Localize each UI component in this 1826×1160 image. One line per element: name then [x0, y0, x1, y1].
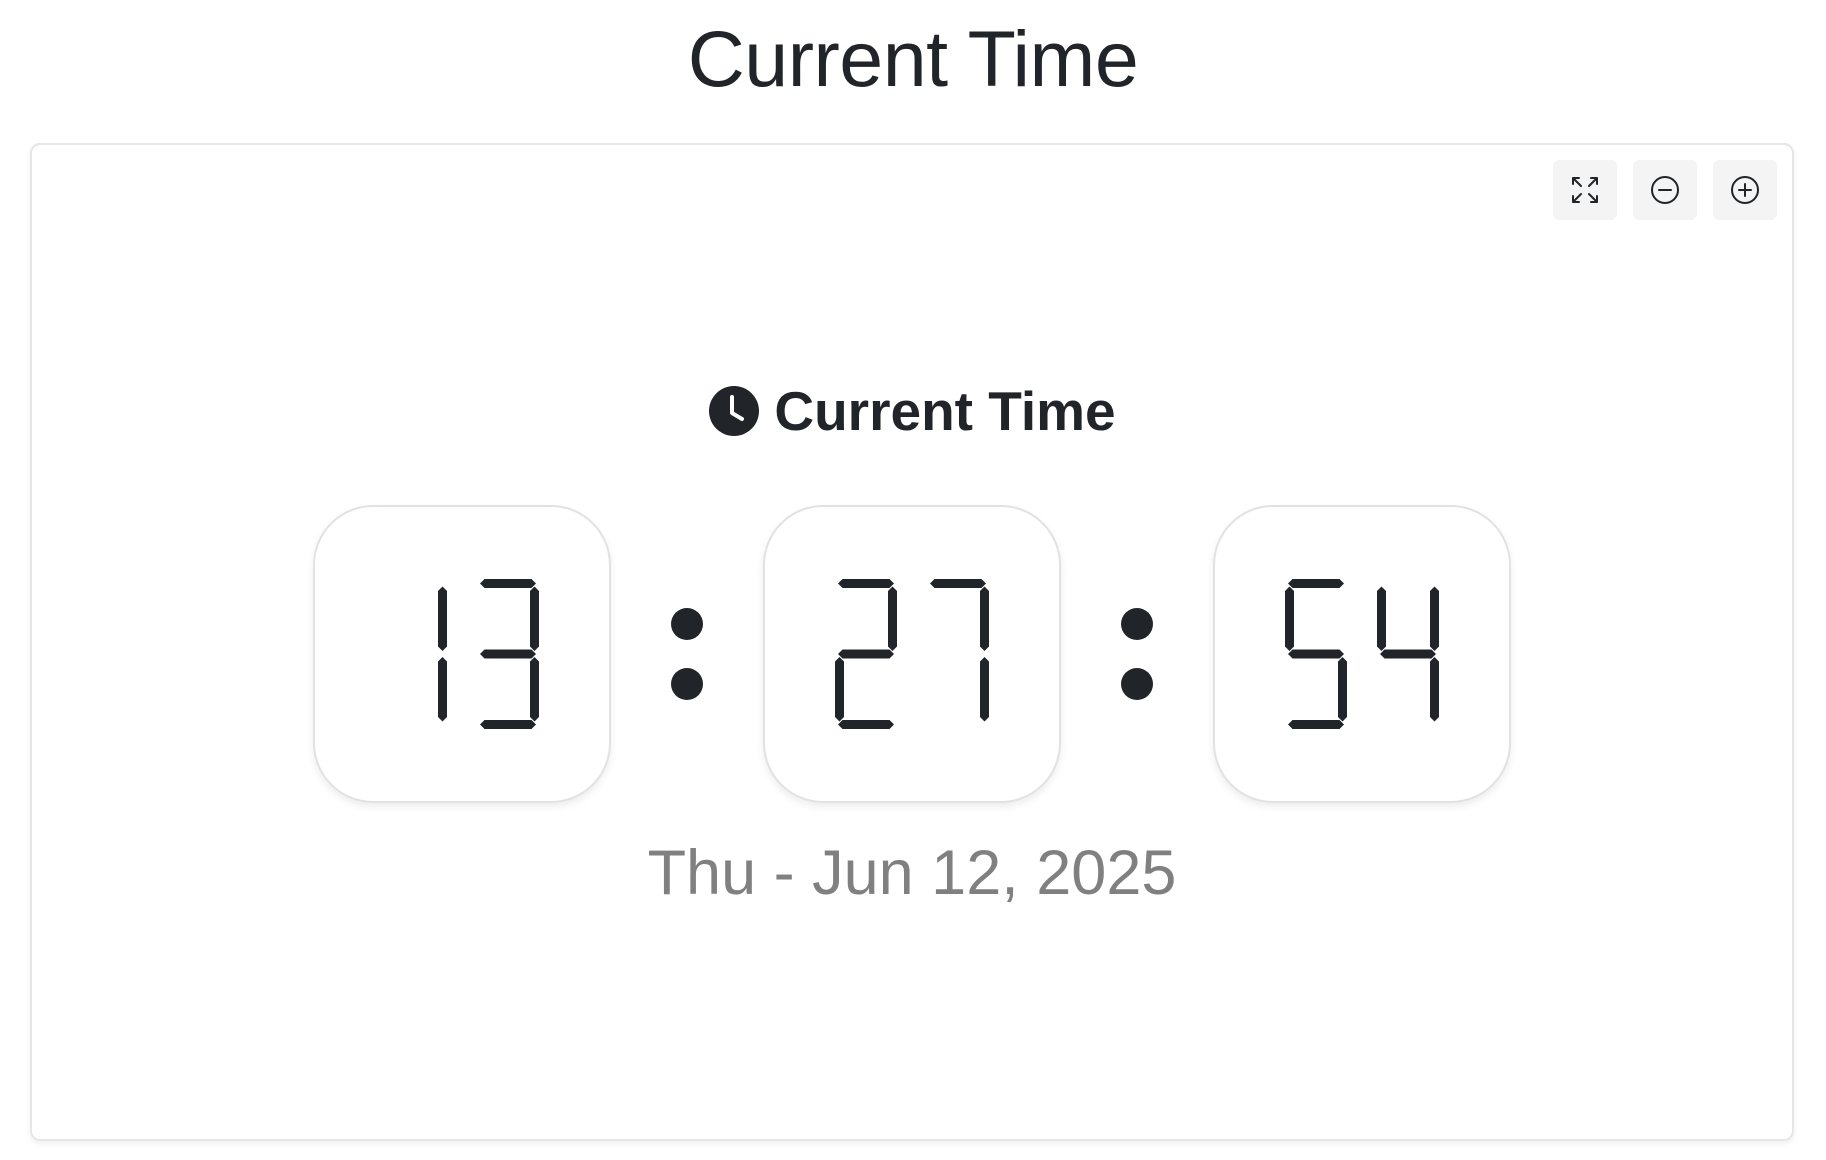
clock-heading-label: Current Time: [774, 380, 1116, 442]
segment-c: [530, 657, 539, 722]
segment-b: [438, 586, 447, 651]
segment-f: [1285, 586, 1294, 651]
digit-7: [930, 579, 989, 722]
fullscreen-button[interactable]: [1553, 160, 1617, 220]
clock-icon: [708, 385, 760, 437]
segment-e: [835, 657, 844, 722]
toolbar: [1553, 160, 1777, 220]
minutes-digits: [835, 579, 989, 729]
zoom-out-button[interactable]: [1633, 160, 1697, 220]
clock-heading: Current Time: [32, 379, 1792, 443]
segment-g: [480, 649, 536, 659]
minus-circle-icon: [1651, 176, 1679, 204]
segment-b: [530, 586, 539, 651]
segment-f: [1377, 586, 1386, 651]
segment-c: [1338, 657, 1347, 722]
segment-b: [980, 586, 989, 651]
expand-icon: [1572, 177, 1598, 203]
digit-3: [480, 579, 539, 729]
segment-a: [930, 579, 986, 588]
segment-a: [1288, 579, 1344, 588]
segment-c: [438, 657, 447, 722]
digit-2: [835, 579, 897, 729]
seconds-digits: [1285, 579, 1439, 729]
digit-row: [32, 505, 1792, 803]
digit-5: [1285, 579, 1347, 729]
segment-d: [480, 720, 536, 729]
digit-4: [1377, 586, 1439, 722]
zoom-in-button[interactable]: [1713, 160, 1777, 220]
digit-1: [438, 586, 447, 722]
clock-card: Current Time Thu - Jun 12, 2025: [30, 143, 1794, 1141]
colon-separator: [1061, 505, 1213, 803]
segment-c: [1430, 657, 1439, 722]
hours-box: [313, 505, 611, 803]
segment-g: [1288, 649, 1344, 659]
seconds-box: [1213, 505, 1511, 803]
plus-circle-icon: [1731, 176, 1759, 204]
page-title: Current Time: [687, 14, 1139, 103]
segment-d: [838, 720, 894, 729]
segment-a: [480, 579, 536, 588]
segment-g: [1380, 649, 1436, 659]
date-text: Thu - Jun 12, 2025: [647, 838, 1177, 908]
segment-a: [838, 579, 894, 588]
segment-b: [888, 586, 897, 651]
minutes-box: [763, 505, 1061, 803]
segment-b: [1430, 586, 1439, 651]
segment-c: [980, 657, 989, 722]
segment-g: [838, 649, 894, 659]
colon-separator: [611, 505, 763, 803]
segment-d: [1288, 720, 1344, 729]
hours-digits: [438, 579, 539, 729]
